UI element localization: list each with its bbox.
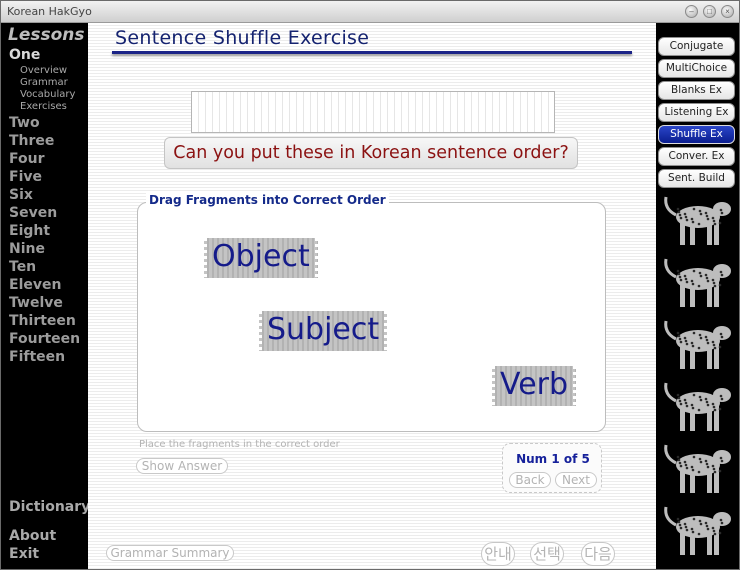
- navigation-box: Num 1 of 5 Back Next: [502, 443, 602, 493]
- back-button[interactable]: Back: [509, 472, 551, 488]
- lessons-sidebar: Lessons One Overview Grammar Vocabulary …: [1, 23, 90, 569]
- title-bar[interactable]: Korean HakGyo – □ ×: [1, 1, 739, 23]
- nav-blanks-ex[interactable]: Blanks Ex: [658, 81, 735, 100]
- sub-item-vocabulary[interactable]: Vocabulary: [20, 89, 75, 100]
- nav-shuffle-ex[interactable]: Shuffle Ex: [658, 125, 735, 144]
- lesson-three[interactable]: Three: [9, 133, 54, 149]
- fragment-subject[interactable]: Subject: [255, 311, 391, 351]
- fragment-panel-legend: Drag Fragments into Correct Order: [146, 193, 389, 207]
- nav-conver-ex[interactable]: Conver. Ex: [658, 147, 735, 166]
- exercise-nav-pane: Conjugate MultiChoice Blanks Ex Listenin…: [656, 23, 739, 569]
- select-button[interactable]: 선택: [530, 542, 564, 566]
- cheetah-image: [664, 196, 731, 245]
- lesson-one[interactable]: One: [9, 47, 40, 63]
- nav-conjugate[interactable]: Conjugate: [658, 37, 735, 56]
- lesson-four[interactable]: Four: [9, 151, 45, 167]
- app-window: Korean HakGyo – □ × Lessons One Overview…: [0, 0, 740, 570]
- lesson-fifteen[interactable]: Fifteen: [9, 349, 65, 365]
- cheetah-image: [664, 258, 731, 307]
- grammar-summary-button[interactable]: Grammar Summary: [106, 545, 234, 561]
- cheetah-image: [664, 320, 731, 369]
- lesson-six[interactable]: Six: [9, 187, 33, 203]
- lesson-two[interactable]: Two: [9, 115, 40, 131]
- lesson-eleven[interactable]: Eleven: [9, 277, 61, 293]
- lesson-nine[interactable]: Nine: [9, 241, 45, 257]
- next-button[interactable]: Next: [555, 472, 597, 488]
- cheetah-image: [664, 382, 731, 431]
- dictionary-link[interactable]: Dictionary: [9, 499, 90, 515]
- title-underline: [112, 51, 632, 54]
- window-title: Korean HakGyo: [7, 5, 92, 18]
- lesson-thirteen[interactable]: Thirteen: [9, 313, 76, 329]
- lesson-ten[interactable]: Ten: [9, 259, 36, 275]
- nav-sent-build[interactable]: Sent. Build: [658, 169, 735, 188]
- cheetah-image: [664, 506, 731, 555]
- exit-link[interactable]: Exit: [9, 546, 39, 562]
- question-counter: Num 1 of 5: [516, 452, 590, 466]
- lesson-twelve[interactable]: Twelve: [9, 295, 63, 311]
- lesson-fourteen[interactable]: Fourteen: [9, 331, 80, 347]
- sub-item-exercises[interactable]: Exercises: [20, 101, 67, 112]
- next-korean-button[interactable]: 다음: [581, 542, 615, 566]
- minimize-button[interactable]: –: [685, 5, 698, 18]
- exercise-area: Sentence Shuffle Exercise Can you put th…: [88, 23, 656, 569]
- page-title: Sentence Shuffle Exercise: [115, 27, 370, 49]
- sub-item-overview[interactable]: Overview: [20, 65, 67, 76]
- lessons-heading: Lessons: [8, 25, 85, 45]
- guide-button[interactable]: 안내: [481, 542, 515, 566]
- maximize-button[interactable]: □: [703, 5, 716, 18]
- fragment-object[interactable]: Object: [201, 238, 321, 278]
- show-answer-button[interactable]: Show Answer: [136, 458, 228, 474]
- lesson-five[interactable]: Five: [9, 169, 42, 185]
- answer-drop-box[interactable]: [191, 91, 555, 133]
- cheetah-image: [664, 444, 731, 493]
- nav-listening-ex[interactable]: Listening Ex: [658, 103, 735, 122]
- sub-item-grammar[interactable]: Grammar: [20, 77, 68, 88]
- instruction-hint: Place the fragments in the correct order: [139, 439, 340, 450]
- lesson-eight[interactable]: Eight: [9, 223, 50, 239]
- question-prompt: Can you put these in Korean sentence ord…: [164, 137, 578, 169]
- fragment-verb[interactable]: Verb: [488, 366, 580, 406]
- close-button[interactable]: ×: [721, 5, 734, 18]
- nav-multichoice[interactable]: MultiChoice: [658, 59, 735, 78]
- about-link[interactable]: About: [9, 528, 56, 544]
- lesson-seven[interactable]: Seven: [9, 205, 57, 221]
